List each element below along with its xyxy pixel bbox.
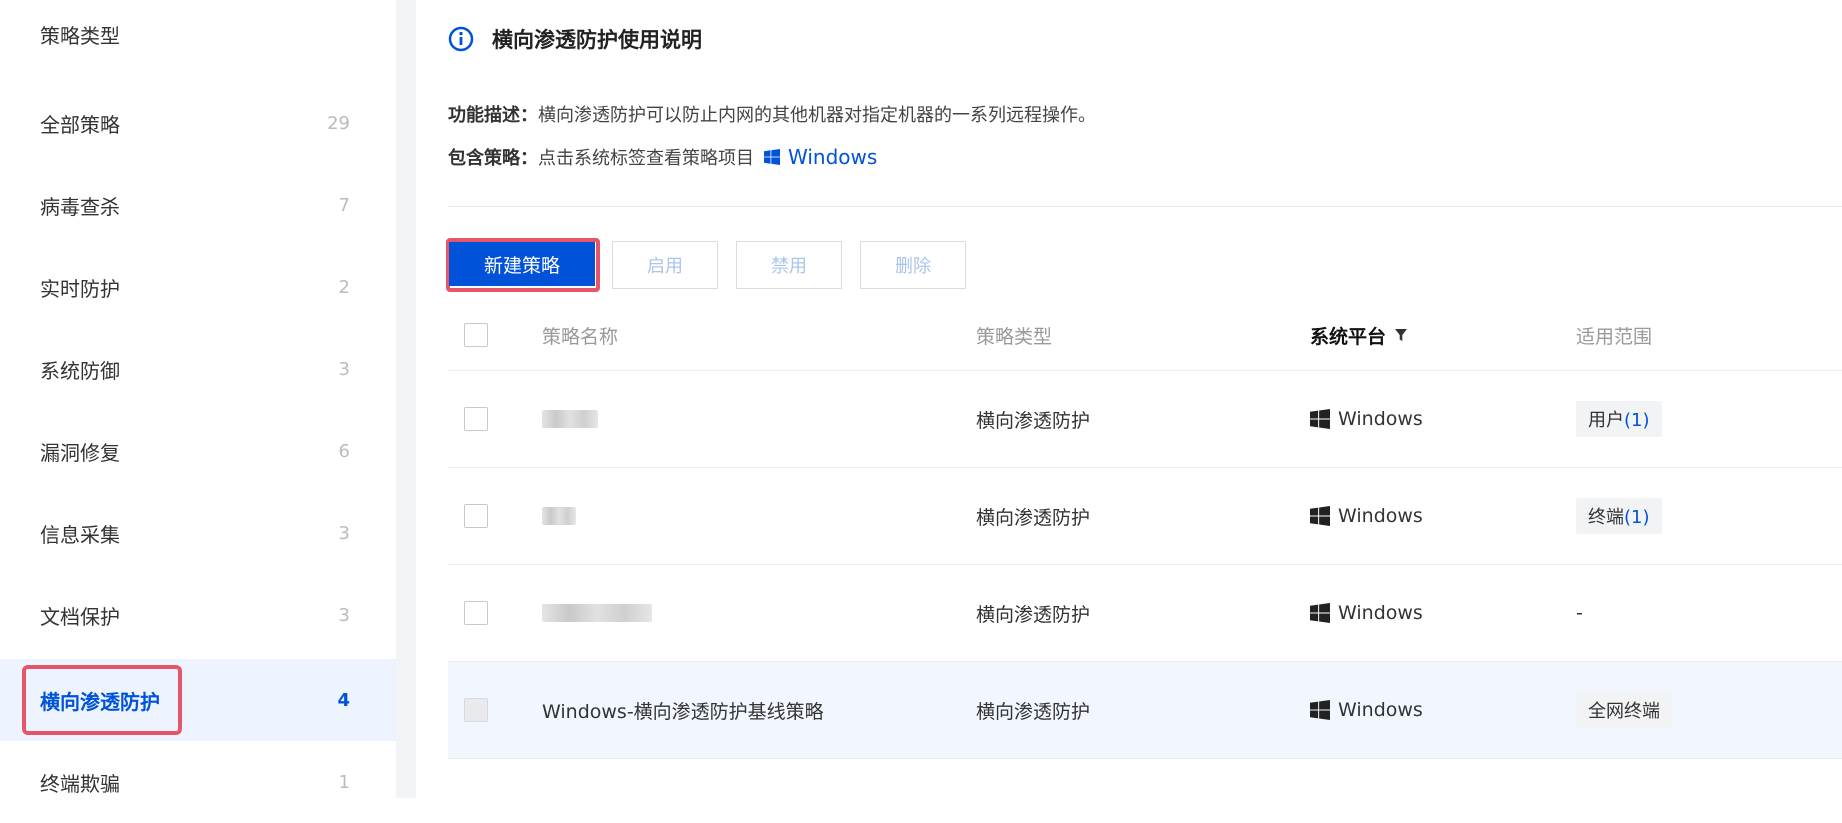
enable-button[interactable]: 启用 bbox=[612, 241, 718, 289]
sidebar-item-label: 信息采集 bbox=[40, 522, 120, 547]
windows-icon bbox=[1310, 603, 1330, 623]
sidebar-item-label: 全部策略 bbox=[40, 112, 120, 137]
scope-tag[interactable]: 用户(1) bbox=[1576, 401, 1662, 437]
platform-cell: Windows bbox=[1310, 699, 1423, 721]
windows-icon bbox=[1310, 409, 1330, 429]
platform-label: Windows bbox=[1338, 408, 1423, 430]
delete-button[interactable]: 删除 bbox=[860, 241, 966, 289]
row-checkbox[interactable] bbox=[464, 504, 488, 528]
info-title: 横向渗透防护使用说明 bbox=[492, 28, 702, 52]
policy-type: 横向渗透防护 bbox=[976, 603, 1091, 626]
table-row[interactable]: 横向渗透防护 Windows 用户(1) bbox=[448, 371, 1842, 468]
sidebar-item-virus[interactable]: 病毒查杀 7 bbox=[0, 164, 396, 246]
table-row[interactable]: 横向渗透防护 Windows 终端(1) bbox=[448, 468, 1842, 565]
scope-tag[interactable]: 终端(1) bbox=[1576, 498, 1662, 534]
sidebar-item-doc-protect[interactable]: 文档保护 3 bbox=[0, 574, 396, 656]
sidebar-item-realtime[interactable]: 实时防护 2 bbox=[0, 246, 396, 328]
filter-icon[interactable] bbox=[1394, 328, 1408, 342]
desc-label: 功能描述： bbox=[448, 105, 538, 126]
header-platform[interactable]: 系统平台 bbox=[1310, 300, 1408, 370]
platform-cell: Windows bbox=[1310, 505, 1423, 527]
row-checkbox[interactable] bbox=[464, 601, 488, 625]
platform-label: Windows bbox=[1338, 505, 1423, 527]
policy-type: 横向渗透防护 bbox=[976, 409, 1091, 432]
sidebar-item-count: 2 bbox=[338, 276, 350, 298]
blurred-policy-name bbox=[542, 604, 652, 622]
windows-platform-link[interactable]: Windows bbox=[764, 145, 877, 169]
table-header-row: 策略名称 策略类型 系统平台 适用范围 bbox=[448, 300, 1842, 371]
row-checkbox[interactable] bbox=[464, 407, 488, 431]
policy-table: 策略名称 策略类型 系统平台 适用范围 横向渗透防护 Windows 用户(1)… bbox=[448, 300, 1842, 759]
sidebar-item-count: 7 bbox=[338, 194, 350, 216]
sidebar-item-count: 29 bbox=[327, 112, 350, 134]
select-all-checkbox[interactable] bbox=[464, 323, 488, 347]
scope-prefix: 用户 bbox=[1588, 410, 1624, 431]
main-panel: 横向渗透防护使用说明 功能描述：横向渗透防护可以防止内网的其他机器对指定机器的一… bbox=[416, 0, 1842, 798]
info-icon bbox=[448, 26, 474, 52]
sidebar-header: 策略类型 bbox=[40, 24, 120, 48]
sidebar-item-count: 3 bbox=[338, 358, 350, 380]
windows-icon bbox=[1310, 506, 1330, 526]
section-divider bbox=[448, 206, 1842, 207]
blurred-policy-name bbox=[542, 410, 598, 428]
platform-label: Windows bbox=[1338, 699, 1423, 721]
sidebar-item-label: 漏洞修复 bbox=[40, 440, 120, 465]
sidebar-item-label: 系统防御 bbox=[40, 358, 120, 383]
included-policies: 包含策略： 点击系统标签查看策略项目 Windows bbox=[448, 144, 877, 170]
policy-type: 横向渗透防护 bbox=[976, 700, 1091, 723]
scope-tag: 全网终端 bbox=[1576, 692, 1672, 728]
sidebar-item-label: 文档保护 bbox=[40, 604, 120, 629]
sidebar-item-label: 实时防护 bbox=[40, 276, 120, 301]
sidebar-item-label: 终端欺骗 bbox=[40, 771, 120, 796]
platform-cell: Windows bbox=[1310, 602, 1423, 624]
scope-count-link[interactable]: (1) bbox=[1624, 507, 1650, 528]
selection-highlight-frame bbox=[22, 665, 182, 735]
policy-label: 包含策略： bbox=[448, 148, 538, 169]
sidebar-item-all[interactable]: 全部策略 29 bbox=[0, 82, 396, 164]
desc-text: 横向渗透防护可以防止内网的其他机器对指定机器的一系列远程操作。 bbox=[538, 105, 1096, 126]
blurred-policy-name bbox=[542, 507, 576, 525]
platform-cell: Windows bbox=[1310, 408, 1423, 430]
platform-label: Windows bbox=[1338, 602, 1423, 624]
sidebar-item-label: 病毒查杀 bbox=[40, 194, 120, 219]
header-type: 策略类型 bbox=[976, 325, 1053, 348]
sidebar: 策略类型 全部策略 29 病毒查杀 7 实时防护 2 系统防御 3 漏洞修复 6… bbox=[0, 0, 396, 798]
sidebar-item-deception[interactable]: 终端欺骗 1 bbox=[0, 741, 396, 823]
sidebar-item-count: 4 bbox=[337, 689, 350, 711]
sidebar-divider bbox=[396, 0, 416, 798]
table-row[interactable]: Windows-横向渗透防护基线策略 横向渗透防护 Windows 全网终端 bbox=[448, 662, 1842, 759]
table-row[interactable]: 横向渗透防护 Windows - bbox=[448, 565, 1842, 662]
row-checkbox-disabled bbox=[464, 698, 488, 722]
windows-icon bbox=[1310, 700, 1330, 720]
windows-icon bbox=[764, 149, 780, 165]
disable-button[interactable]: 禁用 bbox=[736, 241, 842, 289]
header-name: 策略名称 bbox=[542, 325, 619, 348]
scope-prefix: 终端 bbox=[1588, 507, 1624, 528]
sidebar-item-system-defense[interactable]: 系统防御 3 bbox=[0, 328, 396, 410]
sidebar-item-count: 3 bbox=[338, 522, 350, 544]
header-scope: 适用范围 bbox=[1576, 325, 1653, 348]
sidebar-item-vuln-fix[interactable]: 漏洞修复 6 bbox=[0, 410, 396, 492]
function-description: 功能描述：横向渗透防护可以防止内网的其他机器对指定机器的一系列远程操作。 bbox=[448, 101, 1096, 127]
sidebar-item-count: 6 bbox=[338, 440, 350, 462]
windows-link-label: Windows bbox=[788, 145, 878, 169]
sidebar-item-count: 1 bbox=[338, 771, 350, 793]
policy-type: 横向渗透防护 bbox=[976, 506, 1091, 529]
scope-empty: - bbox=[1576, 602, 1583, 624]
header-platform-label: 系统平台 bbox=[1310, 325, 1387, 348]
scope-count-link[interactable]: (1) bbox=[1624, 410, 1650, 431]
policy-text: 点击系统标签查看策略项目 bbox=[538, 148, 754, 169]
policy-name: Windows-横向渗透防护基线策略 bbox=[542, 700, 824, 723]
sidebar-item-info-collect[interactable]: 信息采集 3 bbox=[0, 492, 396, 574]
sidebar-item-count: 3 bbox=[338, 604, 350, 626]
new-policy-button[interactable]: 新建策略 bbox=[449, 242, 595, 286]
